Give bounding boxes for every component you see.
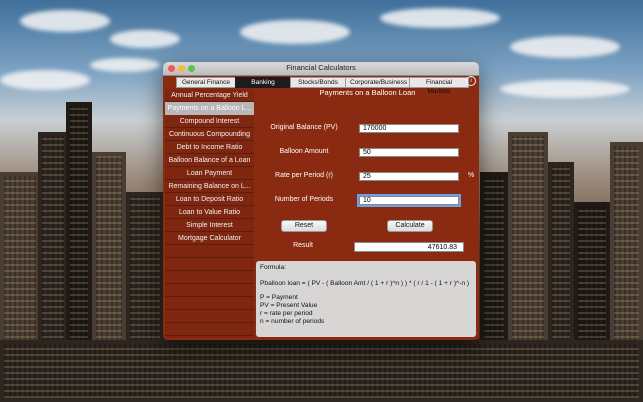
tab-banking[interactable]: Banking [235,77,290,88]
tab-financial-markets[interactable]: Financial Markets [409,77,469,95]
original-balance-input[interactable] [359,124,459,133]
result-value: 47610.83 [354,242,464,252]
result-label: Result [293,242,313,249]
panel-title: Payments on a Balloon Loan [319,88,416,97]
sidebar-item-compound-interest[interactable]: Compound Interest [165,115,254,128]
calculate-button[interactable]: Calculate [387,220,433,232]
balloon-amount-input[interactable] [359,148,459,157]
number-of-periods-label: Number of Periods [274,196,334,203]
formula-legend-item: PV = Present Value [260,302,318,309]
financial-calculators-window: Financial Calculators General Finance Ba… [163,62,479,340]
balloon-amount-label: Balloon Amount [279,148,329,155]
sidebar-item-loan-payment[interactable]: Loan Payment [165,167,254,180]
formula-panel: Formula: Pballoon loan = ( PV - ( Balloo… [256,261,476,337]
tab-general-finance[interactable]: General Finance [176,77,235,88]
calculator-list[interactable]: Annual Percentage Yield Payments on a Ba… [165,89,254,338]
sidebar-item-debt-to-income-ratio[interactable]: Debt to Income Ratio [165,141,254,154]
number-of-periods-input[interactable] [357,194,461,207]
title-bar[interactable]: Financial Calculators [163,62,479,76]
sidebar-item-loan-to-deposit-ratio[interactable]: Loan to Deposit Ratio [165,193,254,206]
formula-equation: Pballoon loan = ( PV - ( Balloon Amt / (… [260,280,470,287]
percent-suffix: % [468,172,475,179]
window-title: Financial Calculators [286,63,356,72]
sidebar-item-annual-percentage-yield[interactable]: Annual Percentage Yield [165,89,254,102]
formula-heading: Formula: [260,264,287,271]
tab-stocks-bonds[interactable]: Stocks/Bonds [290,77,345,88]
sidebar-item-remaining-balance[interactable]: Remaining Balance on L... [165,180,254,193]
rate-per-period-label: Rate per Period (r) [275,172,333,179]
sidebar-item-balloon-balance[interactable]: Balloon Balance of a Loan [165,154,254,167]
info-icon[interactable]: i [466,76,476,86]
sidebar-item-loan-to-value-ratio[interactable]: Loan to Value Ratio [165,206,254,219]
sidebar-item-mortgage-calculator[interactable]: Mortgage Calculator [165,232,254,245]
rate-per-period-input[interactable] [359,172,459,181]
tab-corporate-business[interactable]: Corporate/Business [345,77,409,88]
sidebar-item-simple-interest[interactable]: Simple Interest [165,219,254,232]
original-balance-label: Original Balance (PV) [270,124,338,131]
reset-button[interactable]: Reset [281,220,327,232]
formula-legend-item: n = number of periods [260,318,325,325]
sidebar-item-continuous-compounding[interactable]: Continuous Compounding [165,128,254,141]
category-tabs: General Finance Banking Stocks/Bonds Cor… [176,77,469,95]
sidebar-item-payments-on-balloon-loan[interactable]: Payments on a Balloon L... [165,102,254,115]
formula-legend-item: r = rate per period [260,310,313,317]
formula-legend-item: P = Payment [260,294,298,301]
